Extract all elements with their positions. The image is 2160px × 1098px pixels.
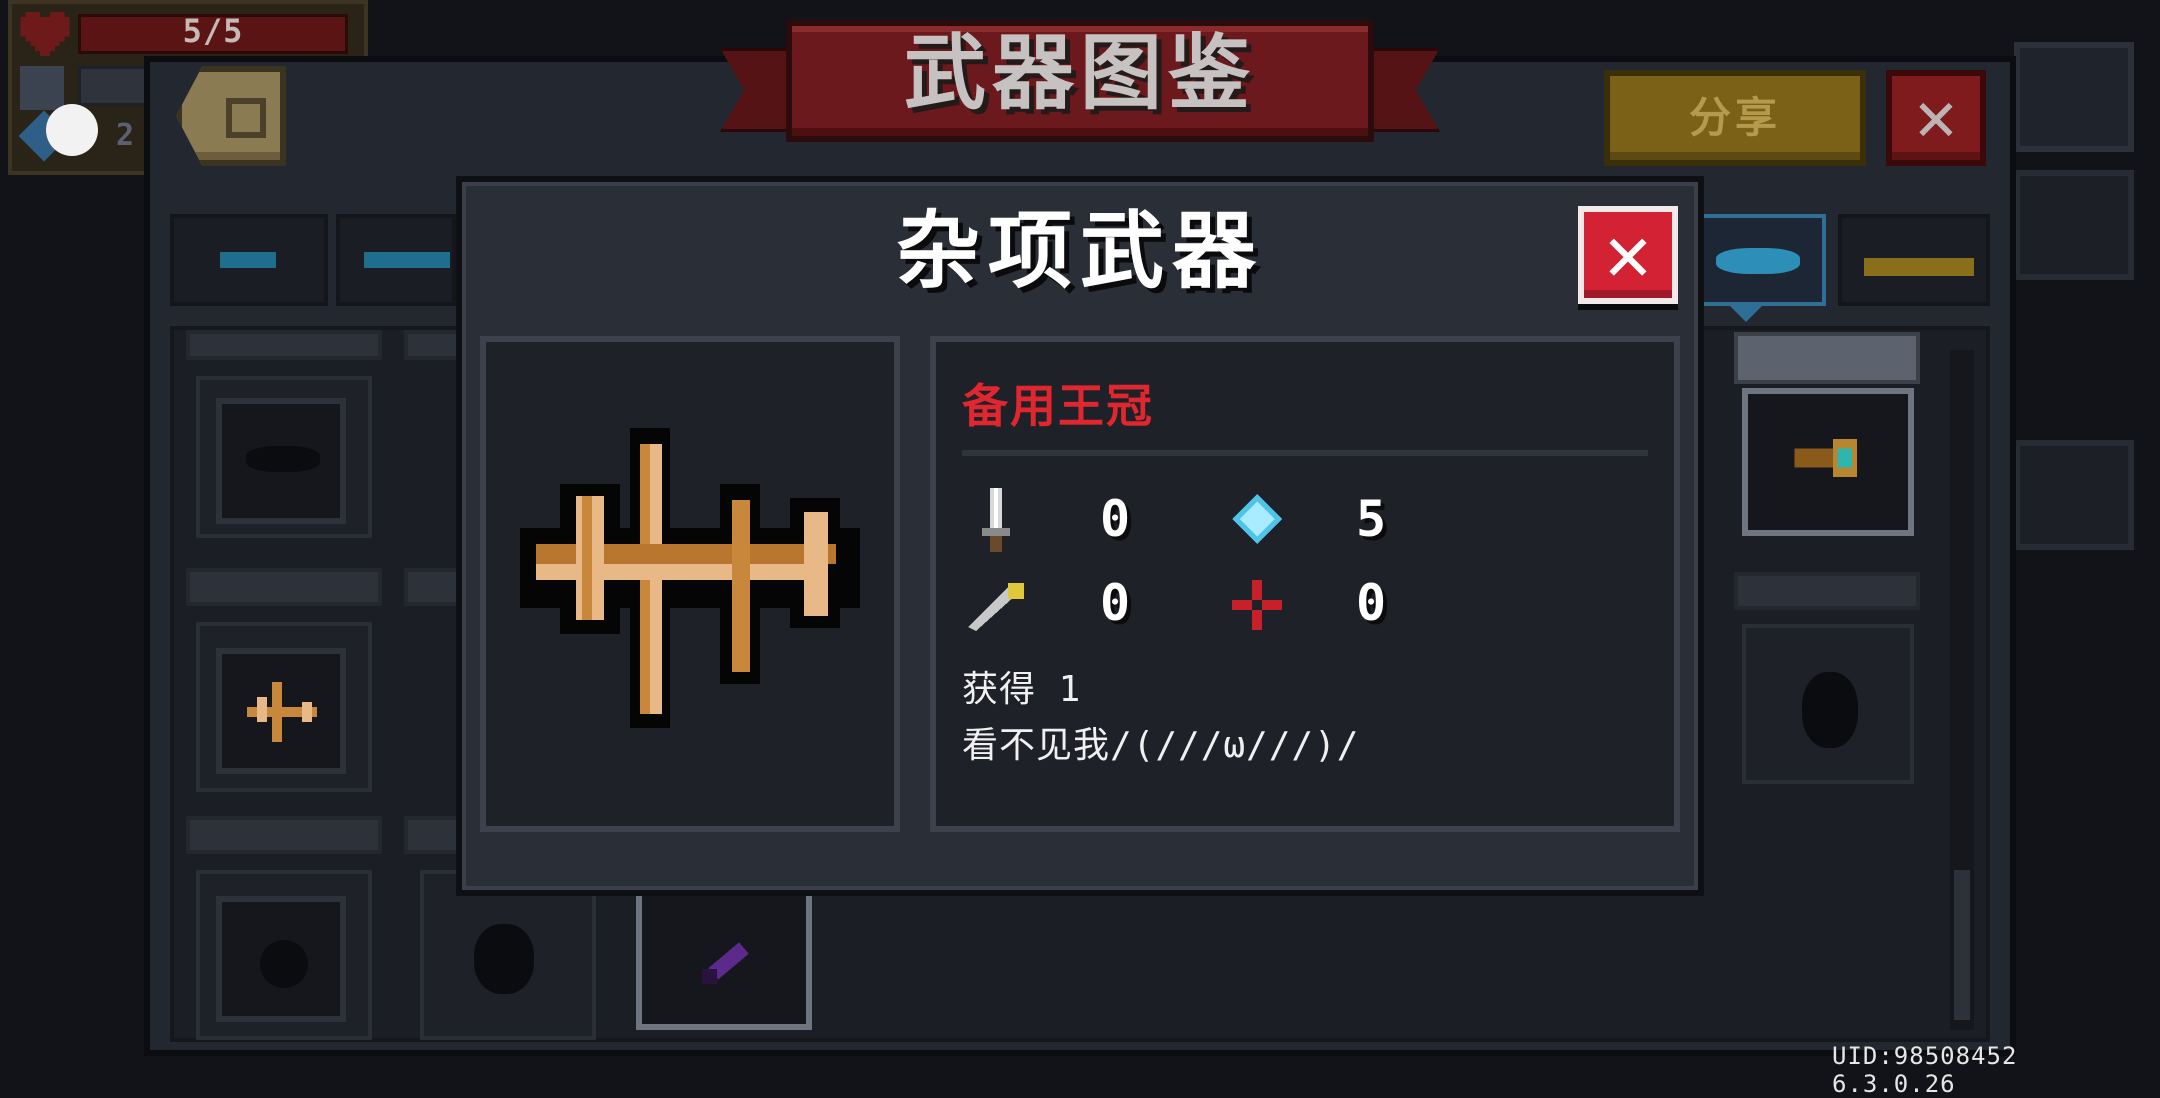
collection-close-button[interactable]: ✕ (1886, 70, 1986, 166)
weapon-slot[interactable] (1742, 388, 1914, 536)
weapon-name: 备用王冠 (962, 379, 1154, 433)
touch-indicator (46, 104, 98, 156)
rifle-icon (364, 252, 450, 268)
back-arrow-icon (226, 98, 266, 138)
dialog-close-button[interactable]: ✕ (1578, 206, 1678, 304)
locked-orb-silhouette (260, 940, 308, 988)
skill-button[interactable] (2014, 440, 2134, 550)
tab-legendary[interactable] (1838, 214, 1990, 306)
sword-icon (974, 488, 1018, 552)
weapon-slot-frame (216, 896, 346, 1022)
dagger-icon (964, 578, 1028, 632)
share-button[interactable]: 分享 (1604, 70, 1866, 166)
swap-weapon-button[interactable] (2014, 170, 2134, 280)
tab-misc-weapons[interactable] (1692, 214, 1826, 306)
info-divider (962, 450, 1648, 456)
weapon-description: 看不见我/(///ω///)/ (962, 725, 1360, 766)
pause-button[interactable] (2014, 42, 2134, 152)
weapon-slot[interactable] (196, 870, 372, 1040)
purple-staff-icon (692, 924, 762, 994)
collection-title: 武器图鉴 (903, 26, 1256, 121)
blue-diamond-icon (1232, 494, 1282, 544)
shelf (186, 568, 382, 606)
active-tab-indicator (1730, 306, 1762, 322)
fish-icon (1716, 248, 1800, 274)
crit-value: 0 (1100, 574, 1131, 632)
weapon-slot[interactable] (196, 376, 372, 538)
shelf (1734, 332, 1920, 384)
weapon-slot[interactable] (1742, 624, 1914, 784)
crossbow-crown-small-icon (242, 682, 322, 742)
scrollbar-thumb[interactable] (1954, 870, 1970, 1020)
accuracy-value: 0 (1356, 574, 1387, 632)
locked-fish-silhouette (246, 446, 320, 472)
tab-pistols[interactable] (170, 214, 328, 306)
shelf (404, 330, 464, 360)
uid-version-label: UID:98508452 6.3.0.26 (1832, 1042, 2018, 1098)
shelf (186, 816, 382, 854)
locked-bomb-silhouette (474, 924, 534, 994)
dialog-title: 杂项武器 (895, 202, 1264, 300)
heart-icon (20, 12, 70, 56)
crown-icon (1864, 258, 1974, 276)
crosshair-icon (1232, 580, 1282, 630)
locked-gourd-silhouette (1802, 672, 1858, 748)
brass-cannon-icon (1788, 434, 1868, 482)
shelf (404, 568, 464, 606)
weapon-slot-selected[interactable] (636, 890, 812, 1030)
pistol-icon (220, 252, 276, 268)
damage-value: 0 (1100, 490, 1131, 548)
health-text: 5/5 (182, 12, 244, 50)
tab-rifles[interactable] (336, 214, 456, 306)
shelf (186, 330, 382, 360)
weapon-slot-frame (216, 398, 346, 524)
weapon-slot-frame (216, 648, 346, 774)
crossbow-crown-icon (520, 428, 860, 738)
shelf (1734, 572, 1920, 610)
weapon-slot[interactable] (196, 622, 372, 792)
shield-icon (20, 66, 64, 110)
energy-value: 5 (1356, 490, 1387, 548)
grid-scrollbar[interactable] (1950, 350, 1974, 1030)
obtained-count: 获得 1 (962, 669, 1082, 710)
